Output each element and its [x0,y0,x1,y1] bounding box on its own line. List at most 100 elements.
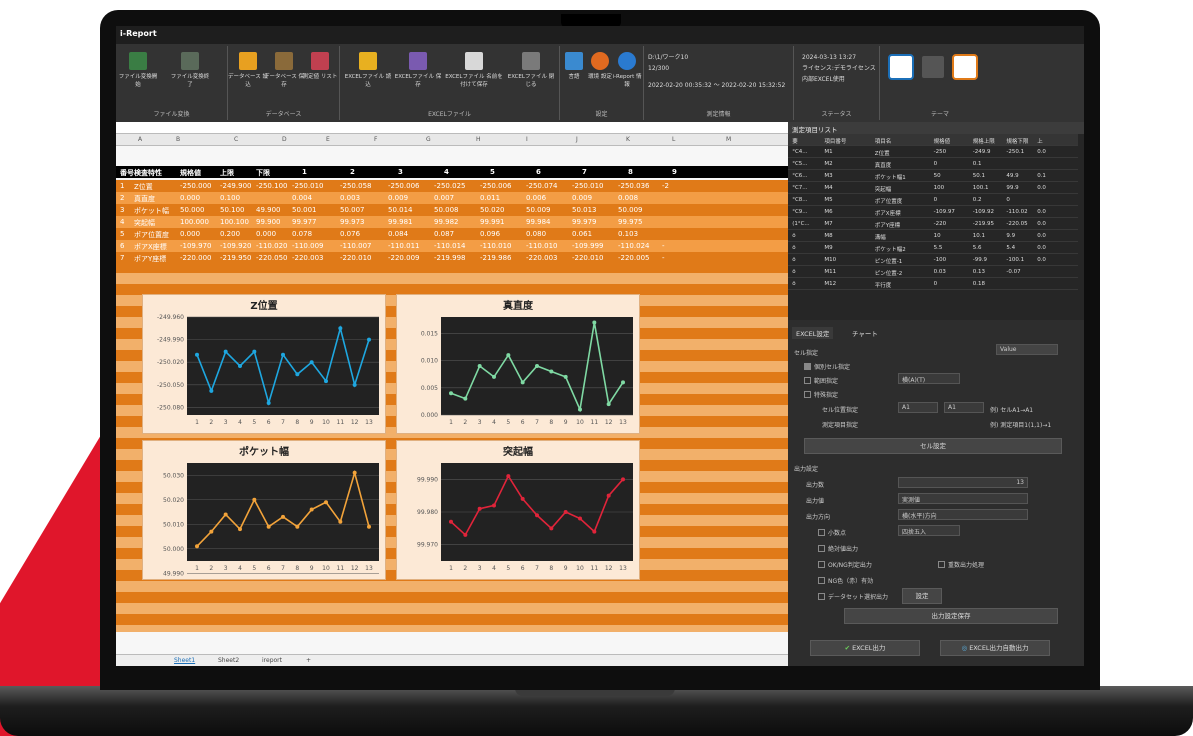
excel-auto-output-button[interactable]: ◎ EXCEL出力自動出力 [940,640,1050,656]
cell-pos-input-2[interactable]: A1 [944,402,984,413]
table-cell[interactable]: 0.009 [572,194,592,202]
column-header[interactable]: K [626,136,630,143]
table-cell[interactable]: 0.084 [388,230,408,238]
table-cell[interactable]: 0.004 [292,194,312,202]
measure-list-button[interactable]: 測定値 リスト [300,52,340,80]
cell-pos-input[interactable]: A1 [898,402,938,413]
sheet-tab[interactable]: Sheet2 [218,657,239,664]
table-cell[interactable]: 0.000 [180,230,200,238]
table-cell[interactable]: 99.991 [480,218,505,226]
table-cell[interactable]: 0.087 [434,230,454,238]
sheet-tab[interactable]: + [306,657,311,664]
table-cell[interactable]: 0.200 [220,230,240,238]
formula-bar[interactable] [116,122,788,134]
table-cell[interactable]: 50.008 [434,206,459,214]
table-cell[interactable]: -110.011 [388,242,419,250]
table-cell[interactable]: ポケット幅 [134,206,169,216]
table-cell[interactable]: 50.013 [572,206,597,214]
table-cell[interactable]: 99.977 [292,218,317,226]
list-row[interactable]: ö M12 平行度 0 0.18 [788,278,1078,290]
table-cell[interactable]: 0.000 [256,230,276,238]
table-cell[interactable]: 50.014 [388,206,413,214]
table-cell[interactable]: -220.010 [340,254,371,262]
abs-output-checkbox[interactable]: 絶対値出力 [818,544,858,553]
table-cell[interactable]: -219.950 [220,254,251,262]
table-cell[interactable]: 5 [120,230,124,238]
table-cell[interactable]: 2 [120,194,124,202]
table-cell[interactable]: 0.007 [434,194,454,202]
table-cell[interactable]: 0.009 [388,194,408,202]
tab-excel-settings[interactable]: EXCEL設定 [792,327,834,339]
list-row[interactable]: °C9... M6 ポアX座標 -109.97 -109.92 -110.02 0.0 [788,206,1078,218]
dataset-output-checkbox[interactable]: データセット選択出力 [818,592,888,601]
table-cell[interactable]: 0.080 [526,230,546,238]
table-cell[interactable]: 0.076 [340,230,360,238]
table-cell[interactable]: -250.010 [572,182,603,190]
table-cell[interactable]: 99.979 [572,218,597,226]
decimal-checkbox[interactable]: 小数点 [818,528,846,537]
table-cell[interactable]: 50.009 [618,206,643,214]
table-cell[interactable]: -250.006 [388,182,419,190]
column-header[interactable]: C [234,136,238,143]
table-cell[interactable]: 100.000 [180,218,209,226]
list-row[interactable]: °C6... M3 ポケット幅1 50 50.1 49.9 0.1 [788,170,1078,182]
list-row[interactable]: ö M8 溝幅 10 10.1 9.9 0.0 [788,230,1078,242]
list-row[interactable]: ö M9 ポケット幅2 5.5 5.6 5.4 0.0 [788,242,1078,254]
table-cell[interactable]: -250.006 [480,182,511,190]
column-header[interactable]: H [476,136,481,143]
column-header[interactable]: I [526,136,528,143]
ng-color-checkbox[interactable]: NG色（赤）有効 [818,576,873,585]
table-cell[interactable]: 99.975 [618,218,643,226]
table-cell[interactable]: 50.020 [480,206,505,214]
table-cell[interactable]: Z位置 [134,182,153,192]
table-cell[interactable]: 0.096 [480,230,500,238]
out-dir-select[interactable]: 横(水平)方向 [898,509,1028,520]
table-cell[interactable]: -250.074 [526,182,557,190]
table-cell[interactable]: -220.005 [618,254,649,262]
column-header[interactable]: J [576,136,578,143]
table-cell[interactable]: 0.103 [618,230,638,238]
opt-individual[interactable]: 個別セル指定 [804,362,850,371]
table-cell[interactable]: -220.003 [526,254,557,262]
list-row[interactable]: (1°C... M7 ポアY座標 -220 -219.95 -220.05 0.0 [788,218,1078,230]
table-cell[interactable]: -219.998 [434,254,465,262]
list-row[interactable]: °C8... M5 ポア位置度 0 0.2 0 [788,194,1078,206]
table-cell[interactable]: 突起幅 [134,218,155,228]
table-cell[interactable]: -219.986 [480,254,511,262]
db-load-button[interactable]: データベース 読込 [228,52,268,88]
table-cell[interactable]: -250.010 [292,182,323,190]
range-select[interactable]: 横(A)(T) [898,373,960,384]
table-cell[interactable]: -110.024 [618,242,649,250]
table-row[interactable]: 5 ポア位置度 0.000 0.200 0.000 0.078 0.076 0.084 0.08… [116,228,788,240]
table-cell[interactable]: 0.000 [180,194,200,202]
spreadsheet[interactable]: ABCDEFGHIJKLM 番号 検査特性 規格値 上限 下限 1 2 3 4 5 6 7 8 9 1 Z位… [116,134,788,666]
table-cell[interactable]: 0.100 [220,194,240,202]
table-cell[interactable]: 3 [120,206,124,214]
list-row[interactable]: ö M10 ピン位置-1 -100 -99.9 -100.1 0.0 [788,254,1078,266]
excel-output-button[interactable]: ✔ EXCEL出力 [810,640,920,656]
table-cell[interactable]: -110.010 [526,242,557,250]
table-cell[interactable]: 6 [120,242,124,250]
table-cell[interactable]: -109.999 [572,242,603,250]
table-cell[interactable]: 0.078 [292,230,312,238]
table-cell[interactable]: 50.100 [220,206,245,214]
table-cell[interactable]: -2 [662,182,669,190]
column-header[interactable]: M [726,136,731,143]
theme-orange-button[interactable] [952,54,978,80]
db-save-button[interactable]: データベース 保存 [264,52,304,88]
table-row[interactable]: 6 ポアX座標 -109.970 -109.920 -110.020 -110.009 -1… [116,240,788,252]
decimal-select[interactable]: 四捨五入 [898,525,960,536]
invert-output-checkbox[interactable]: 重数出力処理 [938,560,984,569]
table-cell[interactable]: -110.020 [256,242,287,250]
table-cell[interactable]: 99.981 [388,218,413,226]
table-cell[interactable]: 真直度 [134,194,155,204]
table-cell[interactable]: 99.973 [340,218,365,226]
table-cell[interactable]: -220.003 [292,254,323,262]
table-cell[interactable]: 4 [120,218,124,226]
table-cell[interactable]: 50.000 [180,206,205,214]
ireport-info-button[interactable]: i-Report 情報 [612,52,642,88]
opt-range[interactable]: 範囲指定 [804,376,838,385]
opt-special[interactable]: 特殊指定 [804,390,838,399]
table-cell[interactable]: 50.009 [526,206,551,214]
table-cell[interactable]: -250.100 [256,182,287,190]
